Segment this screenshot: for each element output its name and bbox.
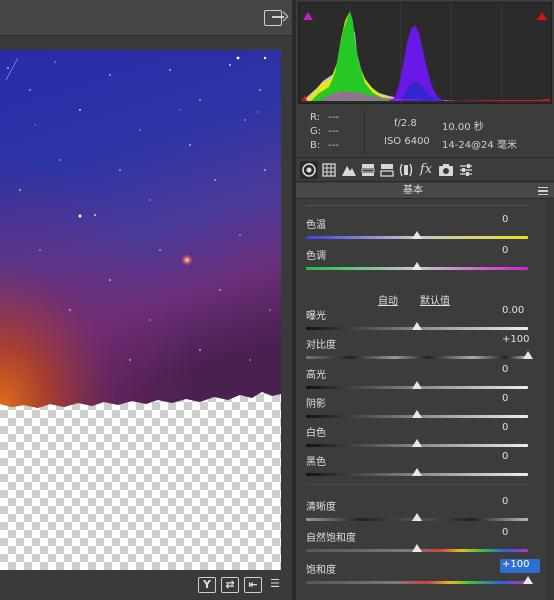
slider-value-input[interactable]: 0: [500, 245, 540, 259]
slider-value-input[interactable]: 0.00: [500, 305, 540, 319]
slider-label: 白色: [306, 428, 326, 439]
slider-row-clarity: 清晰度 0: [296, 496, 546, 526]
shadow-clipping-warning-icon[interactable]: [302, 6, 314, 20]
slider-thumb[interactable]: [412, 468, 422, 476]
slider-value-input[interactable]: +100: [500, 334, 540, 348]
readout-area: R: --- G: --- B: --- f/2.8 10.00 秒 ISO 6…: [296, 106, 554, 158]
histogram-graph: [301, 3, 551, 103]
slider-thumb[interactable]: [412, 231, 422, 239]
slider-value-input[interactable]: 0: [500, 496, 540, 510]
r-value: ---: [328, 112, 339, 123]
slider-track[interactable]: [306, 356, 528, 359]
slider-label: 对比度: [306, 340, 336, 351]
b-label: B:: [310, 140, 321, 151]
slider-thumb[interactable]: [412, 262, 422, 270]
slider-label: 曝光: [306, 311, 326, 322]
r-label: R:: [310, 112, 321, 123]
slider-row-exposure: 曝光 0.00: [296, 305, 546, 335]
night-sky-image: [0, 50, 281, 408]
slider-row-highlights: 高光 0: [296, 364, 546, 394]
slider-label: 自然饱和度: [306, 533, 356, 544]
default-button[interactable]: 默认值: [420, 292, 450, 307]
basic-panel-body: 色温 0 色调 0 自动 默认值 曝光 0.00 对比度 +100 高光 0 阴…: [296, 200, 554, 600]
slider-value-input[interactable]: 0: [500, 451, 540, 465]
aperture-value: f/2.8: [394, 118, 417, 129]
hsl-icon[interactable]: [359, 161, 377, 179]
cut-off-row: [306, 200, 528, 206]
slider-label: 黑色: [306, 457, 326, 468]
slider-label: 清晰度: [306, 502, 336, 513]
panel-menu-icon[interactable]: [538, 187, 548, 195]
copy-settings-icon[interactable]: ⇤: [244, 577, 262, 593]
image-preview-area: Y ⇄ ⇤ ☰: [0, 0, 292, 600]
section-divider: [306, 484, 528, 485]
split-icon[interactable]: [378, 161, 396, 179]
slider-label: 色温: [306, 220, 326, 231]
open-image-exit-icon[interactable]: [264, 10, 284, 26]
slider-thumb[interactable]: [523, 576, 533, 584]
preview-bottom-toolbar: Y ⇄ ⇤ ☰: [0, 572, 292, 600]
slider-row-whites: 白色 0: [296, 422, 546, 452]
iso-value: ISO 6400: [384, 136, 430, 147]
histogram: [298, 2, 552, 104]
slider-thumb[interactable]: [412, 544, 422, 552]
before-after-y-button[interactable]: Y: [198, 577, 216, 593]
fx-icon[interactable]: fx: [417, 161, 435, 179]
slider-row-contrast: 对比度 +100: [296, 334, 546, 364]
auto-button[interactable]: 自动: [378, 292, 398, 307]
b-value: ---: [328, 140, 339, 151]
grid-icon[interactable]: [320, 161, 338, 179]
slider-row-saturation: 饱和度 +100: [296, 559, 546, 589]
slider-row-temp: 色温 0: [296, 214, 546, 244]
panel-tabs: fx: [296, 158, 554, 182]
highlight-clipping-warning-icon[interactable]: [536, 6, 548, 20]
preview-preferences-icon[interactable]: ☰: [266, 577, 284, 593]
slider-label: 高光: [306, 370, 326, 381]
slider-value-input[interactable]: 0: [500, 422, 540, 436]
mountain-icon[interactable]: [340, 161, 358, 179]
swap-settings-icon[interactable]: ⇄: [221, 577, 239, 593]
sliders-icon[interactable]: [457, 161, 475, 179]
slider-row-blacks: 黑色 0: [296, 451, 546, 481]
section-title: 基本: [403, 185, 423, 196]
slider-row-vibrance: 自然饱和度 0: [296, 527, 546, 557]
g-label: G:: [310, 126, 322, 137]
shutter-value: 10.00 秒: [442, 122, 484, 133]
adjustment-panel: R: --- G: --- B: --- f/2.8 10.00 秒 ISO 6…: [296, 0, 554, 600]
slider-value-input[interactable]: 0: [500, 214, 540, 228]
slider-label: 色调: [306, 251, 326, 262]
slider-thumb[interactable]: [523, 351, 533, 359]
slider-thumb[interactable]: [412, 513, 422, 521]
slider-value-input[interactable]: 0: [500, 364, 540, 378]
slider-track[interactable]: [306, 581, 528, 584]
section-header: 基本: [296, 183, 554, 199]
focal-length-value: 14-24@24 毫米: [442, 140, 517, 151]
slider-thumb[interactable]: [412, 410, 422, 418]
slider-thumb[interactable]: [412, 381, 422, 389]
g-value: ---: [328, 126, 339, 137]
aperture-icon[interactable]: [300, 161, 318, 179]
lens-icon[interactable]: [397, 161, 415, 179]
slider-value-input[interactable]: +100: [500, 559, 540, 573]
slider-row-tint: 色调 0: [296, 245, 546, 275]
preview-toolbar: [0, 0, 292, 36]
slider-value-input[interactable]: 0: [500, 393, 540, 407]
slider-thumb[interactable]: [412, 322, 422, 330]
image-canvas[interactable]: [0, 50, 281, 570]
slider-value-input[interactable]: 0: [500, 527, 540, 541]
slider-row-shadows: 阴影 0: [296, 393, 546, 423]
slider-label: 阴影: [306, 399, 326, 410]
slider-label: 饱和度: [306, 565, 336, 576]
slider-thumb[interactable]: [412, 439, 422, 447]
camera-icon[interactable]: [437, 161, 455, 179]
